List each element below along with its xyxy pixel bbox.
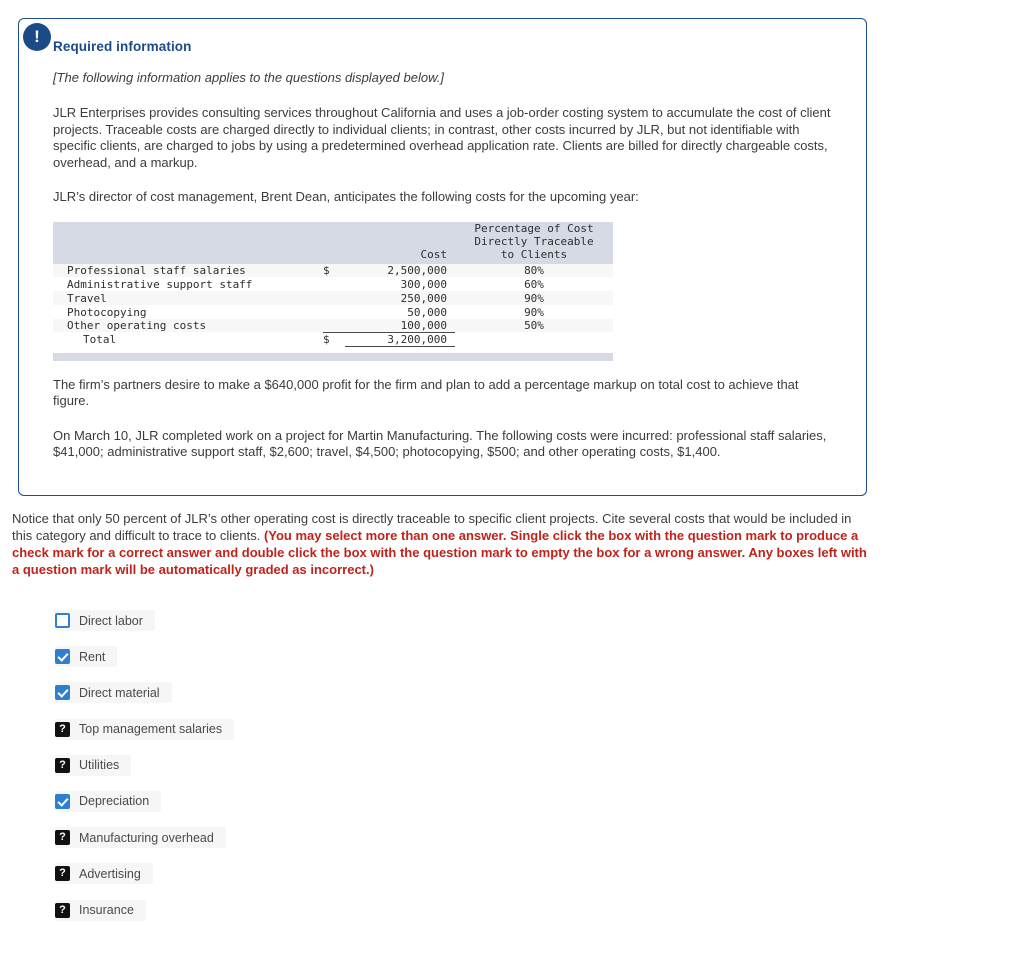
col-header-percentage-line2: Directly Traceable — [474, 234, 594, 248]
cell-percentage: 50% — [455, 318, 613, 333]
callout-content: Required information [The following info… — [53, 39, 842, 479]
anticipated-costs-paragraph: JLR’s director of cost management, Brent… — [53, 189, 639, 204]
cell-cost: 100,000 — [345, 318, 455, 333]
col-header-cost: Cost — [345, 221, 455, 264]
page-root: ! Required information [The following in… — [0, 0, 1024, 965]
intro-paragraph: JLR Enterprises provides consulting serv… — [53, 105, 831, 170]
option-label: Manufacturing overhead — [79, 830, 214, 845]
option-label: Insurance — [79, 903, 134, 917]
list-item[interactable]: ? Manufacturing overhead — [55, 827, 226, 849]
table-row-total: Total $ 3,200,000 — [53, 331, 613, 347]
question-mark-box-icon[interactable]: ? — [55, 866, 70, 882]
march-project-paragraph: On March 10, JLR completed work on a pro… — [53, 427, 827, 460]
cell-label: Photocopying — [53, 304, 323, 319]
cost-table-head: Cost Percentage of Cost Directly Traceab… — [53, 221, 613, 264]
table-row: Other operating costs 100,000 50% — [53, 318, 613, 333]
cell-cost: 300,000 — [345, 277, 455, 292]
cell-percentage: 90% — [455, 291, 613, 305]
checkbox-checked-icon[interactable] — [55, 649, 70, 665]
cell-label-total: Total — [53, 332, 323, 347]
question-mark-box-icon[interactable]: ? — [55, 757, 70, 773]
cost-table-header-row: Cost Percentage of Cost Directly Traceab… — [53, 221, 613, 264]
list-item[interactable]: ? Utilities — [55, 754, 132, 776]
cell-currency — [323, 277, 345, 292]
list-item[interactable]: Direct material — [55, 682, 172, 704]
cell-label: Other operating costs — [53, 318, 323, 333]
cell-currency — [323, 304, 345, 319]
table-row: Photocopying 50,000 90% — [53, 304, 613, 319]
list-item[interactable]: Direct labor — [55, 610, 155, 631]
cell-cost: 2,500,000 — [345, 263, 455, 278]
cell-label: Travel — [53, 291, 323, 305]
profit-markup-paragraph: The firm’s partners desire to make a $64… — [53, 376, 799, 409]
table-row: Travel 250,000 90% — [53, 291, 613, 305]
question-mark-box-icon[interactable]: ? — [55, 830, 70, 846]
col-header-percentage: Percentage of Cost Directly Traceable to… — [455, 221, 613, 264]
question-mark-box-icon[interactable]: ? — [55, 721, 70, 737]
list-item[interactable]: Depreciation — [55, 790, 162, 812]
exclamation-icon: ! — [23, 23, 51, 51]
option-label: Depreciation — [79, 794, 150, 809]
checkbox-unchecked-icon[interactable] — [55, 613, 70, 628]
option-label: Utilities — [79, 758, 120, 773]
col-header-percentage-line1: Percentage of Cost — [474, 221, 594, 235]
option-label: Direct labor — [79, 613, 143, 628]
cost-table-footer-bar — [53, 352, 613, 361]
cost-table-body: Professional staff salaries $ 2,500,000 … — [53, 263, 613, 347]
cell-cost: 50,000 — [345, 304, 455, 319]
cell-percentage-total — [455, 332, 613, 347]
table-row: Administrative support staff 300,000 60% — [53, 277, 613, 292]
cell-label: Professional staff salaries — [53, 263, 323, 278]
required-information-callout: ! Required information [The following in… — [18, 18, 867, 496]
cell-cost: 250,000 — [345, 291, 455, 305]
cell-currency: $ — [323, 263, 345, 278]
cell-label: Administrative support staff — [53, 277, 323, 292]
checkbox-checked-icon[interactable] — [55, 685, 70, 701]
applies-to-note: [The following information applies to th… — [53, 70, 444, 85]
cell-percentage: 80% — [455, 263, 613, 278]
cell-currency-total: $ — [323, 331, 345, 347]
cost-table-wrapper: Cost Percentage of Cost Directly Traceab… — [53, 221, 613, 361]
cell-cost-total: 3,200,000 — [345, 331, 455, 347]
list-item[interactable]: ? Insurance — [55, 899, 146, 921]
cell-currency — [323, 318, 345, 333]
question-prompt: Notice that only 50 percent of JLR’s oth… — [12, 510, 867, 578]
col-header-percentage-line3: to Clients — [500, 247, 568, 261]
option-label: Top management salaries — [79, 722, 223, 737]
col-header-currency — [323, 221, 345, 264]
cell-percentage: 90% — [455, 304, 613, 319]
answer-options-list: Direct labor Rent Direct material ? Top … — [55, 610, 555, 936]
cell-percentage: 60% — [455, 277, 613, 292]
list-item[interactable]: Rent — [55, 646, 118, 668]
table-row: Professional staff salaries $ 2,500,000 … — [53, 263, 613, 278]
cell-currency — [323, 291, 345, 305]
option-label: Advertising — [79, 866, 141, 881]
cost-table: Cost Percentage of Cost Directly Traceab… — [53, 221, 613, 347]
option-label: Direct material — [79, 685, 160, 700]
option-label: Rent — [79, 649, 106, 664]
col-header-item — [53, 221, 323, 264]
list-item[interactable]: ? Advertising — [55, 863, 153, 885]
checkbox-checked-icon[interactable] — [55, 793, 70, 809]
list-item[interactable]: ? Top management salaries — [55, 718, 235, 740]
required-information-title: Required information — [53, 39, 192, 54]
question-mark-box-icon[interactable]: ? — [55, 902, 70, 918]
